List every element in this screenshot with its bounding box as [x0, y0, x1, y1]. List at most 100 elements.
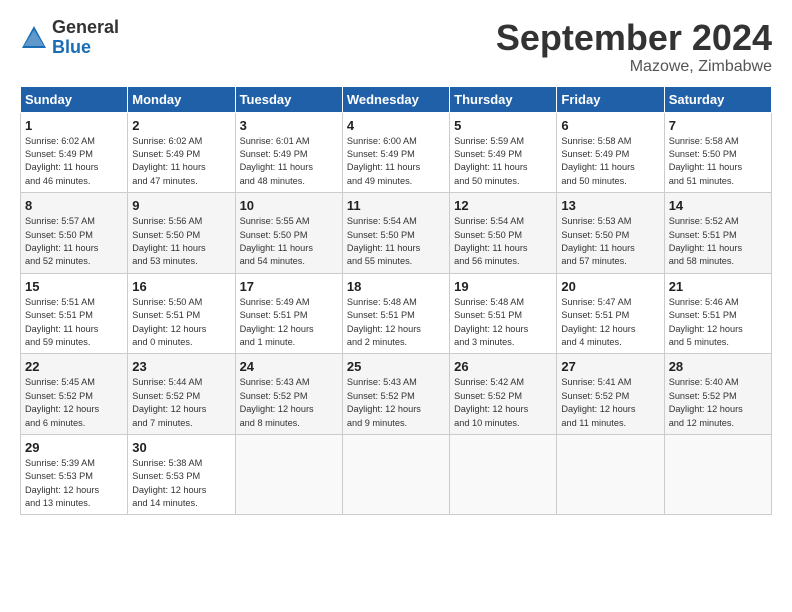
day-info: Sunrise: 5:45 AM Sunset: 5:52 PM Dayligh… [25, 376, 123, 429]
day-info: Sunrise: 5:41 AM Sunset: 5:52 PM Dayligh… [561, 376, 659, 429]
day-info: Sunrise: 5:58 AM Sunset: 5:49 PM Dayligh… [561, 135, 659, 188]
calendar-week-5: 29Sunrise: 5:39 AM Sunset: 5:53 PM Dayli… [21, 434, 772, 515]
calendar-cell: 9Sunrise: 5:56 AM Sunset: 5:50 PM Daylig… [128, 193, 235, 274]
day-number: 23 [132, 358, 230, 376]
day-info: Sunrise: 5:51 AM Sunset: 5:51 PM Dayligh… [25, 296, 123, 349]
day-number: 19 [454, 278, 552, 296]
calendar-cell: 25Sunrise: 5:43 AM Sunset: 5:52 PM Dayli… [342, 354, 449, 435]
calendar-cell: 28Sunrise: 5:40 AM Sunset: 5:52 PM Dayli… [664, 354, 771, 435]
col-tuesday: Tuesday [235, 86, 342, 112]
calendar-cell: 6Sunrise: 5:58 AM Sunset: 5:49 PM Daylig… [557, 112, 664, 193]
day-number: 26 [454, 358, 552, 376]
calendar-cell: 20Sunrise: 5:47 AM Sunset: 5:51 PM Dayli… [557, 273, 664, 354]
day-number: 15 [25, 278, 123, 296]
day-number: 13 [561, 197, 659, 215]
day-info: Sunrise: 5:48 AM Sunset: 5:51 PM Dayligh… [454, 296, 552, 349]
calendar-week-1: 1Sunrise: 6:02 AM Sunset: 5:49 PM Daylig… [21, 112, 772, 193]
calendar-cell: 12Sunrise: 5:54 AM Sunset: 5:50 PM Dayli… [450, 193, 557, 274]
calendar-cell: 15Sunrise: 5:51 AM Sunset: 5:51 PM Dayli… [21, 273, 128, 354]
day-info: Sunrise: 5:56 AM Sunset: 5:50 PM Dayligh… [132, 215, 230, 268]
calendar-cell: 17Sunrise: 5:49 AM Sunset: 5:51 PM Dayli… [235, 273, 342, 354]
day-info: Sunrise: 5:38 AM Sunset: 5:53 PM Dayligh… [132, 457, 230, 510]
day-number: 27 [561, 358, 659, 376]
day-number: 20 [561, 278, 659, 296]
calendar-cell [450, 434, 557, 515]
day-number: 9 [132, 197, 230, 215]
day-number: 30 [132, 439, 230, 457]
calendar-cell: 5Sunrise: 5:59 AM Sunset: 5:49 PM Daylig… [450, 112, 557, 193]
day-number: 12 [454, 197, 552, 215]
day-info: Sunrise: 5:47 AM Sunset: 5:51 PM Dayligh… [561, 296, 659, 349]
day-number: 28 [669, 358, 767, 376]
day-info: Sunrise: 6:02 AM Sunset: 5:49 PM Dayligh… [25, 135, 123, 188]
calendar-cell: 18Sunrise: 5:48 AM Sunset: 5:51 PM Dayli… [342, 273, 449, 354]
day-info: Sunrise: 5:46 AM Sunset: 5:51 PM Dayligh… [669, 296, 767, 349]
calendar-cell: 16Sunrise: 5:50 AM Sunset: 5:51 PM Dayli… [128, 273, 235, 354]
day-number: 8 [25, 197, 123, 215]
col-friday: Friday [557, 86, 664, 112]
calendar-cell: 4Sunrise: 6:00 AM Sunset: 5:49 PM Daylig… [342, 112, 449, 193]
calendar-cell: 2Sunrise: 6:02 AM Sunset: 5:49 PM Daylig… [128, 112, 235, 193]
calendar-week-4: 22Sunrise: 5:45 AM Sunset: 5:52 PM Dayli… [21, 354, 772, 435]
day-number: 1 [25, 117, 123, 135]
day-info: Sunrise: 5:44 AM Sunset: 5:52 PM Dayligh… [132, 376, 230, 429]
day-info: Sunrise: 5:40 AM Sunset: 5:52 PM Dayligh… [669, 376, 767, 429]
calendar-cell: 13Sunrise: 5:53 AM Sunset: 5:50 PM Dayli… [557, 193, 664, 274]
calendar-cell: 23Sunrise: 5:44 AM Sunset: 5:52 PM Dayli… [128, 354, 235, 435]
day-number: 29 [25, 439, 123, 457]
calendar-cell [664, 434, 771, 515]
day-info: Sunrise: 5:54 AM Sunset: 5:50 PM Dayligh… [454, 215, 552, 268]
header-row: Sunday Monday Tuesday Wednesday Thursday… [21, 86, 772, 112]
calendar-week-3: 15Sunrise: 5:51 AM Sunset: 5:51 PM Dayli… [21, 273, 772, 354]
day-info: Sunrise: 5:54 AM Sunset: 5:50 PM Dayligh… [347, 215, 445, 268]
calendar-cell: 11Sunrise: 5:54 AM Sunset: 5:50 PM Dayli… [342, 193, 449, 274]
day-number: 22 [25, 358, 123, 376]
day-info: Sunrise: 5:43 AM Sunset: 5:52 PM Dayligh… [240, 376, 338, 429]
header: General Blue September 2024 Mazowe, Zimb… [20, 18, 772, 76]
calendar-cell [557, 434, 664, 515]
title-block: September 2024 Mazowe, Zimbabwe [496, 18, 772, 76]
day-number: 25 [347, 358, 445, 376]
calendar-cell: 3Sunrise: 6:01 AM Sunset: 5:49 PM Daylig… [235, 112, 342, 193]
day-number: 24 [240, 358, 338, 376]
day-number: 21 [669, 278, 767, 296]
calendar-cell: 22Sunrise: 5:45 AM Sunset: 5:52 PM Dayli… [21, 354, 128, 435]
day-info: Sunrise: 5:48 AM Sunset: 5:51 PM Dayligh… [347, 296, 445, 349]
day-info: Sunrise: 5:52 AM Sunset: 5:51 PM Dayligh… [669, 215, 767, 268]
logo-blue-text: Blue [52, 38, 119, 58]
day-info: Sunrise: 6:00 AM Sunset: 5:49 PM Dayligh… [347, 135, 445, 188]
day-info: Sunrise: 5:58 AM Sunset: 5:50 PM Dayligh… [669, 135, 767, 188]
day-number: 14 [669, 197, 767, 215]
location-title: Mazowe, Zimbabwe [496, 58, 772, 76]
calendar-cell: 1Sunrise: 6:02 AM Sunset: 5:49 PM Daylig… [21, 112, 128, 193]
day-info: Sunrise: 5:49 AM Sunset: 5:51 PM Dayligh… [240, 296, 338, 349]
day-number: 18 [347, 278, 445, 296]
calendar-cell: 19Sunrise: 5:48 AM Sunset: 5:51 PM Dayli… [450, 273, 557, 354]
day-number: 7 [669, 117, 767, 135]
logo-icon [20, 24, 48, 52]
calendar-cell [235, 434, 342, 515]
col-sunday: Sunday [21, 86, 128, 112]
calendar-cell: 21Sunrise: 5:46 AM Sunset: 5:51 PM Dayli… [664, 273, 771, 354]
month-title: September 2024 [496, 18, 772, 58]
day-number: 17 [240, 278, 338, 296]
day-info: Sunrise: 5:55 AM Sunset: 5:50 PM Dayligh… [240, 215, 338, 268]
day-info: Sunrise: 5:50 AM Sunset: 5:51 PM Dayligh… [132, 296, 230, 349]
calendar-cell: 30Sunrise: 5:38 AM Sunset: 5:53 PM Dayli… [128, 434, 235, 515]
calendar-cell: 8Sunrise: 5:57 AM Sunset: 5:50 PM Daylig… [21, 193, 128, 274]
day-info: Sunrise: 5:53 AM Sunset: 5:50 PM Dayligh… [561, 215, 659, 268]
col-monday: Monday [128, 86, 235, 112]
day-info: Sunrise: 5:57 AM Sunset: 5:50 PM Dayligh… [25, 215, 123, 268]
calendar-cell: 7Sunrise: 5:58 AM Sunset: 5:50 PM Daylig… [664, 112, 771, 193]
day-number: 16 [132, 278, 230, 296]
day-number: 6 [561, 117, 659, 135]
calendar-table: Sunday Monday Tuesday Wednesday Thursday… [20, 86, 772, 516]
calendar-week-2: 8Sunrise: 5:57 AM Sunset: 5:50 PM Daylig… [21, 193, 772, 274]
logo: General Blue [20, 18, 119, 58]
day-info: Sunrise: 6:02 AM Sunset: 5:49 PM Dayligh… [132, 135, 230, 188]
day-number: 4 [347, 117, 445, 135]
calendar-cell: 14Sunrise: 5:52 AM Sunset: 5:51 PM Dayli… [664, 193, 771, 274]
logo-text: General Blue [52, 18, 119, 58]
calendar-cell: 10Sunrise: 5:55 AM Sunset: 5:50 PM Dayli… [235, 193, 342, 274]
calendar-cell: 24Sunrise: 5:43 AM Sunset: 5:52 PM Dayli… [235, 354, 342, 435]
